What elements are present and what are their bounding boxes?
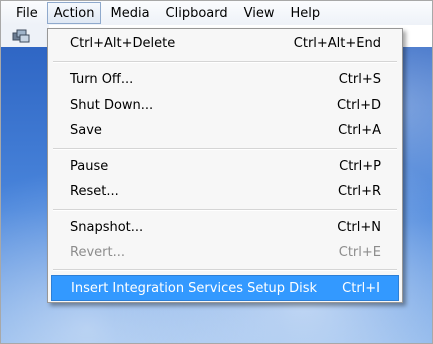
toolbar: [1, 25, 49, 47]
vm-window: File Action Media Clipboard View Help Ct…: [0, 0, 433, 344]
menu-item-snapshot[interactable]: Snapshot... Ctrl+N: [51, 215, 399, 241]
menu-separator: [53, 61, 397, 63]
menu-item-reset[interactable]: Reset... Ctrl+R: [51, 179, 399, 205]
menu-view[interactable]: View: [237, 2, 282, 24]
menu-separator: [53, 269, 397, 271]
menu-media[interactable]: Media: [103, 2, 156, 24]
menu-item-insert-integration-services-disk[interactable]: Insert Integration Services Setup Disk C…: [51, 275, 399, 301]
menu-bar: File Action Media Clipboard View Help: [1, 1, 432, 25]
menu-file[interactable]: File: [9, 2, 45, 24]
menu-item-save[interactable]: Save Ctrl+A: [51, 118, 399, 144]
menu-item-ctrl-alt-delete[interactable]: Ctrl+Alt+Delete Ctrl+Alt+End: [51, 31, 399, 57]
menu-separator: [53, 148, 397, 150]
menu-help[interactable]: Help: [283, 2, 327, 24]
menu-action[interactable]: Action: [46, 2, 102, 24]
menu-item-turn-off[interactable]: Turn Off... Ctrl+S: [51, 67, 399, 93]
menu-item-pause[interactable]: Pause Ctrl+P: [51, 154, 399, 180]
menu-clipboard[interactable]: Clipboard: [159, 2, 235, 24]
action-menu-dropdown: Ctrl+Alt+Delete Ctrl+Alt+End Turn Off...…: [47, 28, 403, 303]
menu-separator: [53, 209, 397, 211]
menu-item-revert: Revert... Ctrl+E: [70, 245, 381, 260]
menu-item-shut-down[interactable]: Shut Down... Ctrl+D: [51, 93, 399, 119]
ctrl-alt-del-icon[interactable]: [12, 28, 30, 44]
